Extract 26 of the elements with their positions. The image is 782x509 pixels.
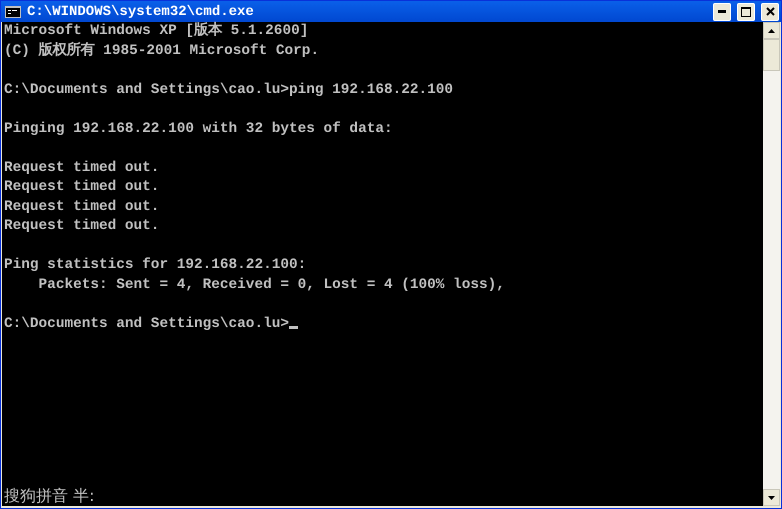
minimize-icon	[718, 10, 726, 13]
up-arrow-icon	[768, 28, 775, 32]
console-line: Packets: Sent = 4, Received = 0, Lost = 4 (100% loss),	[38, 276, 505, 292]
console-line: Microsoft Windows XP [版本 5.1.2600]	[4, 23, 308, 39]
console-line: Ping statistics for 192.168.22.100:	[4, 257, 306, 273]
scroll-up-button[interactable]	[763, 22, 780, 39]
console-line: Pinging 192.168.22.100 with 32 bytes of data:	[4, 120, 393, 136]
console-line: Request timed out.	[4, 160, 160, 176]
console-line: Request timed out.	[4, 218, 160, 234]
maximize-button[interactable]	[737, 2, 755, 20]
console-line: Request timed out.	[4, 179, 160, 195]
window-title: C:\WINDOWS\system32\cmd.exe	[27, 4, 255, 20]
scroll-thumb[interactable]	[763, 39, 780, 71]
console-line: (C) 版权所有 1985-2001 Microsoft Corp.	[4, 42, 320, 58]
minimize-button[interactable]	[713, 2, 731, 20]
scroll-down-button[interactable]	[763, 489, 780, 506]
ime-status: 搜狗拼音 半:	[4, 486, 96, 506]
console-line: C:\Documents and Settings\cao.lu>ping 192.168.22.100	[4, 82, 454, 98]
scrollbar[interactable]	[763, 22, 780, 506]
console-line: Request timed out.	[4, 198, 160, 214]
down-arrow-icon	[768, 496, 775, 500]
close-icon	[766, 7, 774, 16]
console-line: C:\Documents and Settings\cao.lu>	[4, 316, 289, 332]
console-icon	[5, 6, 21, 18]
maximize-icon	[741, 6, 751, 16]
close-button[interactable]	[761, 2, 779, 20]
